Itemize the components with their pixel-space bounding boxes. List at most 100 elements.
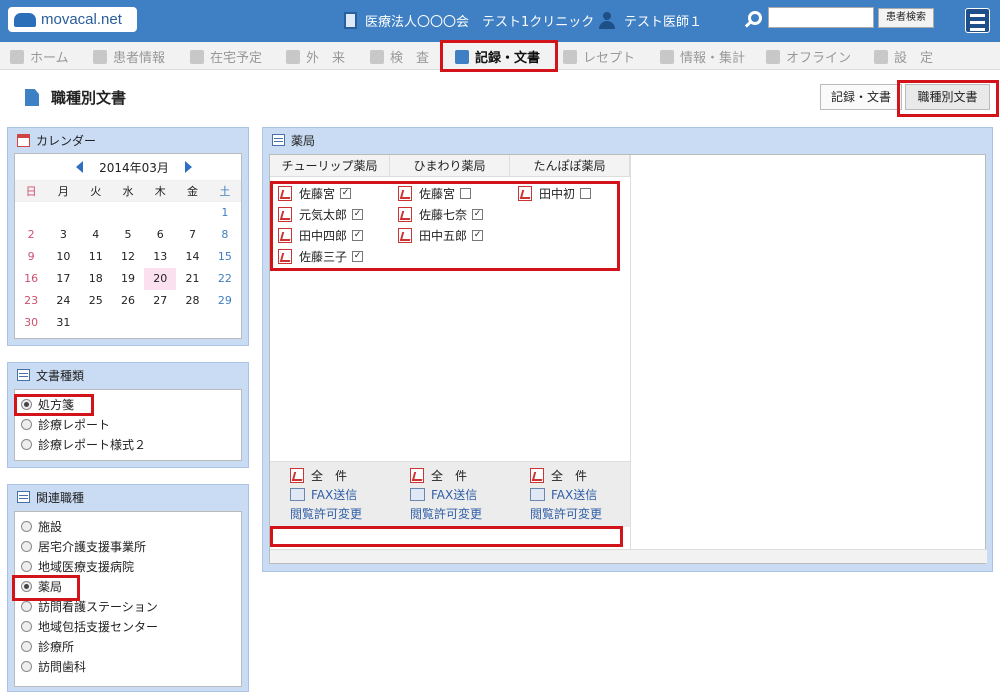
hamburger-menu-icon[interactable] — [965, 8, 990, 33]
document-entry[interactable]: 佐藤宮 — [398, 183, 472, 203]
search-input[interactable] — [768, 7, 874, 28]
nav-offline[interactable]: オフライン — [766, 47, 851, 66]
pdf-icon[interactable] — [278, 206, 292, 222]
nav-patient-info[interactable]: 患者情報 — [93, 47, 165, 66]
pdf-icon[interactable] — [278, 248, 292, 264]
calendar-day[interactable]: 22 — [209, 268, 241, 290]
calendar-day[interactable]: 20 — [144, 268, 177, 290]
calendar-day[interactable]: 17 — [47, 268, 79, 290]
document-checkbox[interactable] — [580, 187, 592, 199]
calendar-day[interactable]: 6 — [144, 224, 176, 246]
nav-info-stats[interactable]: 情報・集計 — [660, 47, 745, 66]
pdf-icon[interactable] — [398, 227, 412, 243]
calendar-day[interactable]: 16 — [15, 268, 47, 290]
nav-home[interactable]: ホーム — [10, 47, 69, 66]
calendar-day[interactable]: 19 — [112, 268, 144, 290]
calendar-day[interactable]: 21 — [176, 268, 208, 290]
nav-tests[interactable]: 検 査 — [370, 47, 429, 66]
calendar-day[interactable]: 28 — [176, 290, 208, 312]
calendar-day[interactable]: 1 — [209, 202, 241, 224]
all-documents-link[interactable]: 全 件 — [390, 466, 510, 485]
pdf-icon[interactable] — [398, 185, 412, 201]
profession-option[interactable]: 地域医療支援病院 — [15, 556, 241, 576]
document-name[interactable]: 佐藤宮 — [419, 185, 455, 202]
calendar-day[interactable]: 27 — [144, 290, 176, 312]
doc-type-option[interactable]: 処方箋 — [15, 394, 241, 414]
document-checkbox[interactable]: ✓ — [352, 208, 364, 220]
profession-option[interactable]: 施設 — [15, 516, 241, 536]
calendar-day[interactable]: 26 — [112, 290, 144, 312]
pdf-icon[interactable] — [518, 185, 532, 201]
profession-option[interactable]: 居宅介護支援事業所 — [15, 536, 241, 556]
pdf-icon[interactable] — [398, 206, 412, 222]
doc-type-option[interactable]: 診療レポート様式２ — [15, 434, 241, 454]
document-entry[interactable]: 田中五郎 ✓ — [398, 225, 484, 245]
document-entry[interactable]: 佐藤三子 ✓ — [278, 246, 364, 266]
document-checkbox[interactable]: ✓ — [472, 208, 484, 220]
pdf-icon[interactable] — [278, 227, 292, 243]
all-documents-link[interactable]: 全 件 — [510, 466, 630, 485]
calendar-day[interactable]: 31 — [47, 312, 79, 334]
document-checkbox[interactable] — [460, 187, 472, 199]
change-permission-link[interactable]: 閲覧許可変更 — [270, 504, 390, 523]
calendar-day[interactable]: 8 — [209, 224, 241, 246]
prev-month-icon[interactable] — [76, 161, 84, 173]
pdf-icon[interactable] — [278, 185, 292, 201]
document-checkbox[interactable]: ✓ — [352, 229, 364, 241]
calendar-day[interactable]: 15 — [209, 246, 241, 268]
calendar-day[interactable]: 12 — [112, 246, 144, 268]
nav-home-schedule[interactable]: 在宅予定 — [190, 47, 262, 66]
calendar-day[interactable]: 14 — [176, 246, 208, 268]
document-name[interactable]: 田中初 — [539, 185, 575, 202]
document-entry[interactable]: 田中四郎 ✓ — [278, 225, 364, 245]
document-name[interactable]: 佐藤三子 — [299, 248, 347, 265]
calendar-day[interactable]: 25 — [80, 290, 112, 312]
calendar-day[interactable]: 5 — [112, 224, 144, 246]
document-entry[interactable]: 田中初 — [518, 183, 592, 203]
calendar-day[interactable]: 13 — [144, 246, 176, 268]
all-documents-link[interactable]: 全 件 — [270, 466, 390, 485]
by-profession-button[interactable]: 職種別文書 — [905, 84, 990, 110]
nav-outpatient[interactable]: 外 来 — [286, 47, 345, 66]
profession-option[interactable]: 地域包括支援センター — [15, 616, 241, 636]
document-name[interactable]: 佐藤宮 — [299, 185, 335, 202]
calendar-day[interactable]: 24 — [47, 290, 79, 312]
document-name[interactable]: 田中五郎 — [419, 227, 467, 244]
patient-search-button[interactable]: 患者検索 — [878, 8, 934, 28]
profession-option[interactable]: 訪問看護ステーション — [15, 596, 241, 616]
profession-option[interactable]: 訪問歯科 — [15, 656, 241, 676]
document-name[interactable]: 佐藤七奈 — [419, 206, 467, 223]
fax-send-link[interactable]: FAX送信 — [510, 485, 630, 504]
calendar-day[interactable]: 18 — [80, 268, 112, 290]
calendar-day[interactable]: 4 — [80, 224, 112, 246]
document-entry[interactable]: 元気太郎 ✓ — [278, 204, 364, 224]
document-name[interactable]: 元気太郎 — [299, 206, 347, 223]
doc-type-option[interactable]: 診療レポート — [15, 414, 241, 434]
calendar-day[interactable]: 3 — [47, 224, 79, 246]
calendar-day[interactable]: 11 — [80, 246, 112, 268]
nav-records-documents[interactable]: 記録・文書 — [455, 47, 540, 66]
document-checkbox[interactable]: ✓ — [340, 187, 352, 199]
change-permission-link[interactable]: 閲覧許可変更 — [390, 504, 510, 523]
profession-option[interactable]: 診療所 — [15, 636, 241, 656]
horizontal-scrollbar[interactable] — [270, 549, 987, 563]
document-name[interactable]: 田中四郎 — [299, 227, 347, 244]
fax-send-link[interactable]: FAX送信 — [390, 485, 510, 504]
calendar-day[interactable]: 2 — [15, 224, 47, 246]
document-entry[interactable]: 佐藤七奈 ✓ — [398, 204, 484, 224]
profession-option[interactable]: 薬局 — [15, 576, 241, 596]
calendar-day[interactable]: 29 — [209, 290, 241, 312]
fax-send-link[interactable]: FAX送信 — [270, 485, 390, 504]
nav-receipt[interactable]: レセプト — [563, 47, 635, 66]
calendar-day[interactable]: 10 — [47, 246, 79, 268]
records-documents-button[interactable]: 記録・文書 — [820, 84, 902, 110]
calendar-day[interactable]: 30 — [15, 312, 47, 334]
change-permission-link[interactable]: 閲覧許可変更 — [510, 504, 630, 523]
calendar-day[interactable]: 7 — [176, 224, 208, 246]
document-checkbox[interactable]: ✓ — [472, 229, 484, 241]
nav-settings[interactable]: 設 定 — [874, 47, 933, 66]
logo[interactable]: movacal.net — [8, 7, 137, 32]
next-month-icon[interactable] — [184, 161, 192, 173]
calendar-day[interactable]: 23 — [15, 290, 47, 312]
calendar-day[interactable]: 9 — [15, 246, 47, 268]
